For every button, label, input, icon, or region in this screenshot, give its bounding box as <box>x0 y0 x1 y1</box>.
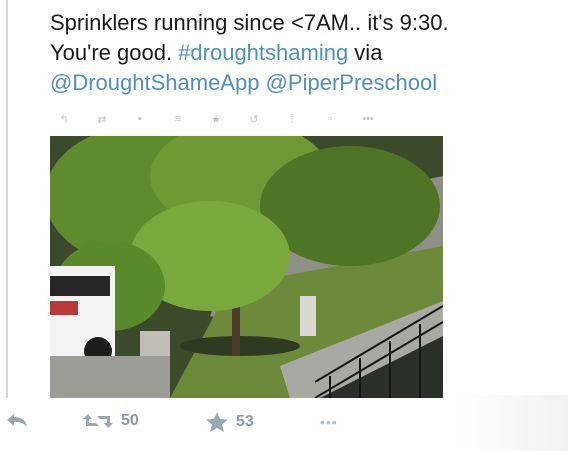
sprinkler-photo-illustration <box>50 136 443 398</box>
gallery-icon[interactable]: ▫ <box>324 113 336 125</box>
info-icon[interactable]: ⁞ <box>286 113 298 125</box>
reply-icon[interactable]: ↰ <box>58 113 70 126</box>
inner-action-bar: ↰ ⇄ ▪ ≡ ★ ↺ ⁞ ▫ ••• <box>58 110 458 128</box>
tweet-text: Sprinklers running since <7AM.. it's 9:3… <box>50 8 550 98</box>
more-button[interactable]: ••• <box>320 414 338 430</box>
retweet-button[interactable]: 50 <box>83 412 139 430</box>
tweet-line-2-tail: via <box>348 40 383 65</box>
more-icon: ••• <box>320 414 338 430</box>
quote-border <box>6 0 8 398</box>
retweet-icon <box>83 414 113 428</box>
more-icon[interactable]: ••• <box>362 113 374 125</box>
retweet-count: 50 <box>121 412 139 429</box>
tweet-line-1: Sprinklers running since <7AM.. it's 9:3… <box>50 10 449 35</box>
tweet-line-3: @DroughtShameApp @PiperPreschool <box>50 68 550 98</box>
hashtag-link[interactable]: #droughtshaming <box>178 40 348 65</box>
favorite-count: 53 <box>236 413 254 430</box>
star-icon[interactable]: ★ <box>210 113 222 126</box>
mention-link-droughtshameapp[interactable]: @DroughtShameApp <box>50 70 259 95</box>
share-icon[interactable]: ↺ <box>248 113 260 126</box>
reply-icon <box>7 414 27 427</box>
retweet-icon[interactable]: ⇄ <box>96 113 108 126</box>
tweet-line-2: You're good. #droughtshaming via <box>50 38 550 68</box>
pin-icon[interactable]: ≡ <box>172 113 184 125</box>
mention-link-piperpreschool[interactable]: @PiperPreschool <box>266 70 438 95</box>
edge-fade <box>458 395 568 451</box>
reply-button[interactable] <box>6 412 28 428</box>
favorite-button[interactable]: 53 <box>206 412 254 432</box>
tweet-photo[interactable] <box>50 136 443 398</box>
bookmark-icon[interactable]: ▪ <box>134 113 146 125</box>
tweet-line-2-text: You're good. <box>50 40 179 65</box>
star-icon <box>206 412 228 432</box>
